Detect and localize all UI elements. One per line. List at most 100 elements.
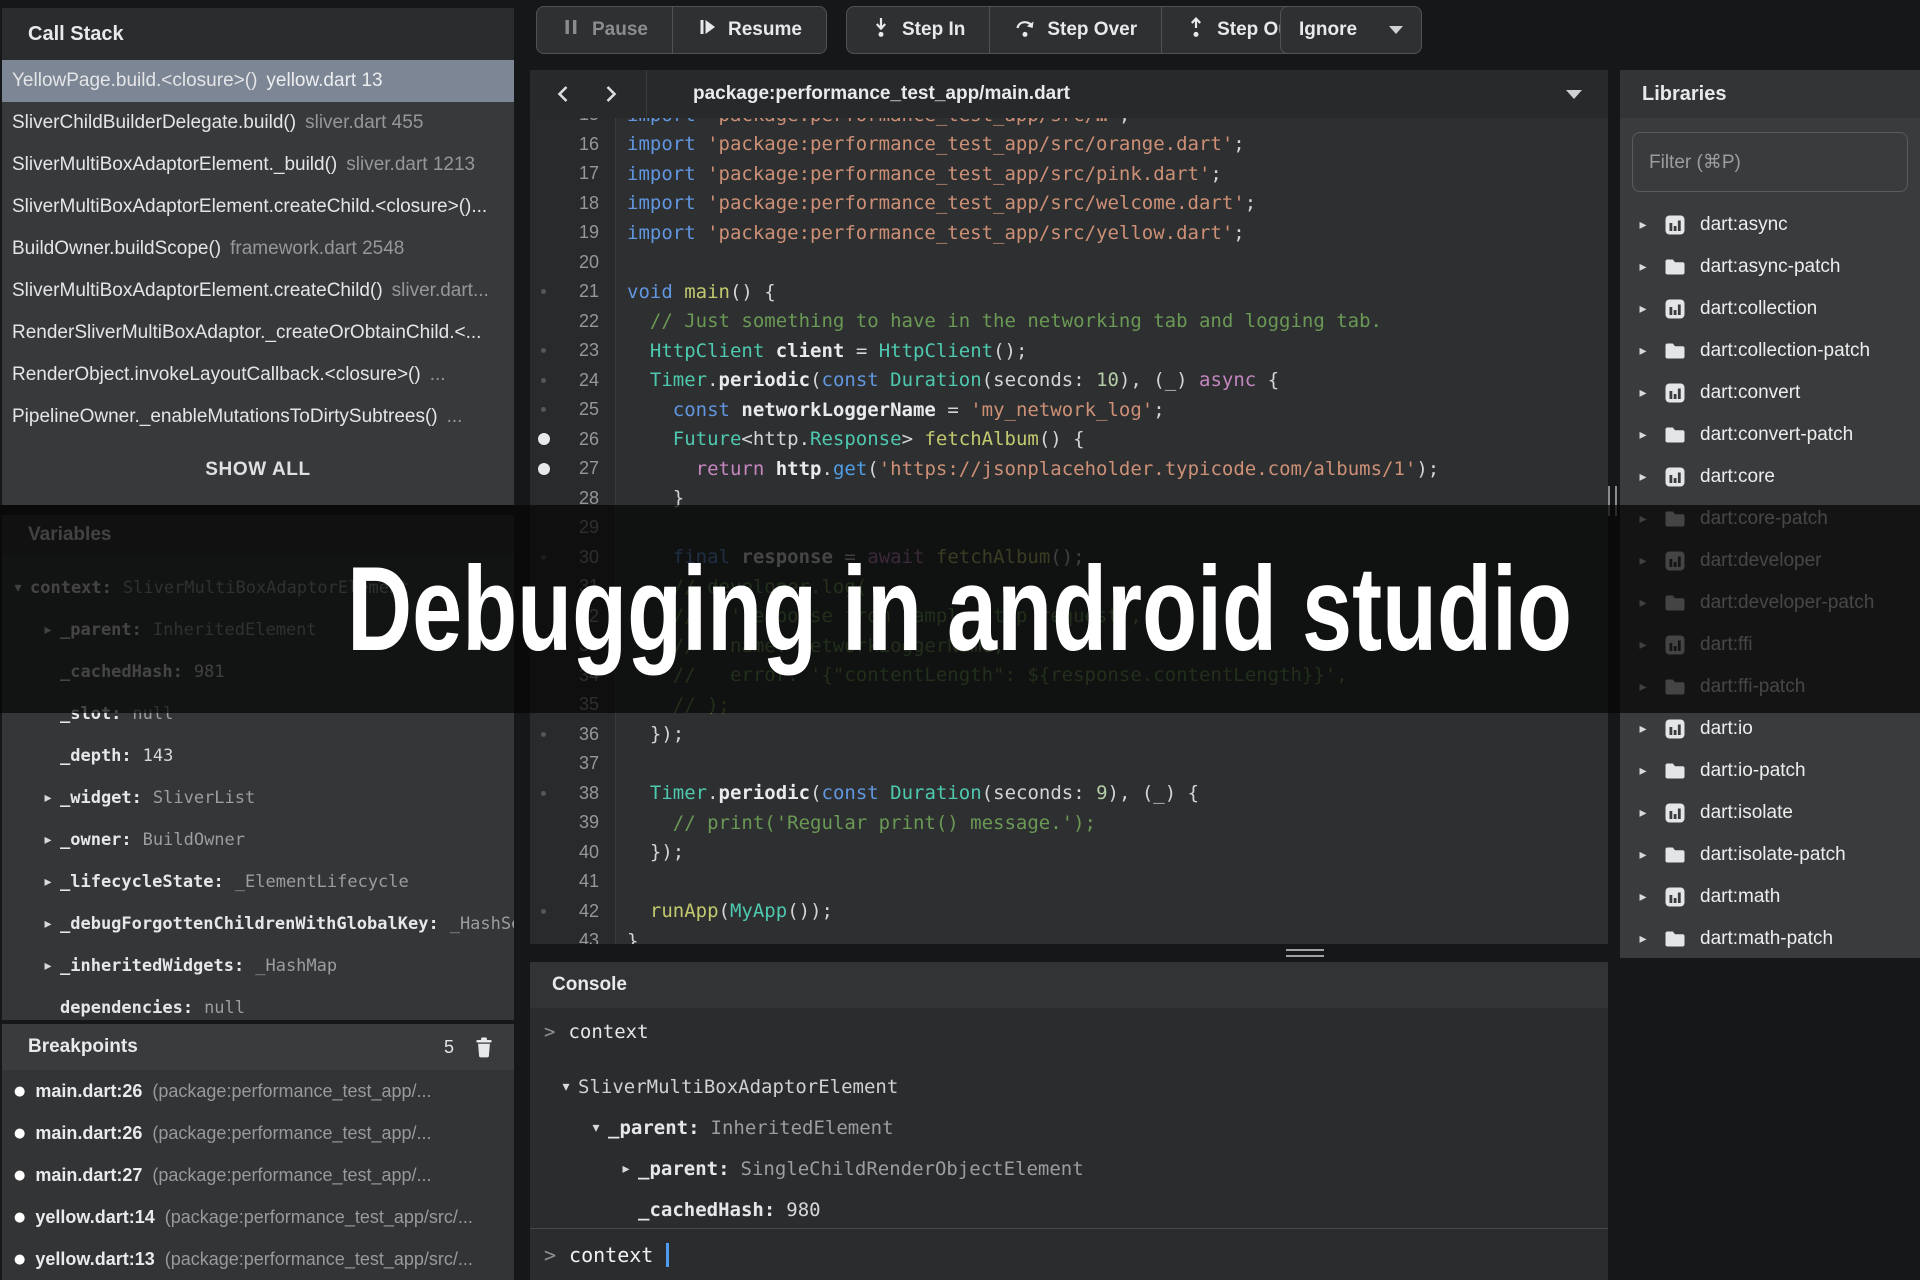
expand-arrow-icon[interactable]: ▸	[36, 874, 60, 890]
code-text: return http.get('https://jsonplaceholder…	[615, 458, 1439, 480]
breakpoint-gutter[interactable]: 22	[530, 307, 615, 337]
expand-arrow-icon[interactable]: ▸	[36, 916, 60, 932]
console-input[interactable]: > context	[530, 1228, 1608, 1280]
library-item[interactable]: ▸dart:core	[1620, 456, 1920, 498]
breakpoint-gutter[interactable]: 37	[530, 749, 615, 779]
breakpoint-gutter[interactable]: 39	[530, 808, 615, 838]
console-tree-row[interactable]: _cachedHash:980	[544, 1189, 1608, 1228]
library-item[interactable]: ▸dart:isolate-patch	[1620, 834, 1920, 876]
call-stack-frame[interactable]: RenderSliverMultiBoxAdaptor._createOrObt…	[2, 312, 514, 354]
call-stack-frame[interactable]: RenderObject.invokeLayoutCallback.<closu…	[2, 354, 514, 396]
breakpoint-item[interactable]: ●yellow.dart:13(package:performance_test…	[2, 1238, 514, 1280]
breakpoint-gutter[interactable]: 36	[530, 720, 615, 750]
breakpoint-gutter[interactable]: 24	[530, 366, 615, 396]
expand-arrow-icon[interactable]: ▸	[1636, 889, 1650, 905]
breakpoint-gutter[interactable]: 38	[530, 779, 615, 809]
step-over-button[interactable]: Step Over	[989, 7, 1161, 53]
show-all-button[interactable]: SHOW ALL	[2, 448, 514, 492]
variable-row[interactable]: ▸_widget:SliverList	[2, 777, 514, 819]
pause-button[interactable]: Pause	[537, 7, 672, 53]
variable-row[interactable]: ▸_debugForgottenChildrenWithGlobalKey:_H…	[2, 903, 514, 945]
library-item[interactable]: ▸dart:math-patch	[1620, 918, 1920, 958]
library-item[interactable]: ▸dart:collection	[1620, 288, 1920, 330]
breakpoint-item[interactable]: ●main.dart:26(package:performance_test_a…	[2, 1070, 514, 1112]
library-item[interactable]: ▸dart:math	[1620, 876, 1920, 918]
breakpoint-item[interactable]: ●main.dart:26(package:performance_test_a…	[2, 1112, 514, 1154]
file-selector-chevron-icon[interactable]	[1566, 90, 1582, 99]
call-stack-frame[interactable]: YellowPage.build.<closure>()yellow.dart …	[2, 60, 514, 102]
library-item[interactable]: ▸dart:convert	[1620, 372, 1920, 414]
expand-arrow-icon[interactable]: ▸	[614, 1161, 638, 1177]
forward-icon[interactable]	[602, 82, 620, 106]
expand-arrow-icon[interactable]: ▸	[1636, 217, 1650, 233]
resume-button[interactable]: Resume	[672, 7, 826, 53]
code-text: import 'package:performance_test_app/src…	[615, 133, 1245, 155]
frame-function: SliverMultiBoxAdaptorElement._build()	[12, 154, 337, 176]
expand-arrow-icon[interactable]: ▸	[1636, 721, 1650, 737]
breakpoint-gutter[interactable]: 43	[530, 926, 615, 944]
library-item[interactable]: ▸dart:collection-patch	[1620, 330, 1920, 372]
call-stack-frame[interactable]: PipelineOwner._enableMutationsToDirtySub…	[2, 396, 514, 438]
breakpoint-gutter[interactable]: 41	[530, 867, 615, 897]
breakpoint-gutter[interactable]: 27	[530, 454, 615, 484]
breakpoints-count-badge: 5	[444, 1037, 454, 1058]
step-control-group: Step In Step Over	[846, 6, 1321, 54]
step-in-button[interactable]: Step In	[847, 7, 989, 53]
breakpoint-gutter[interactable]: 25	[530, 395, 615, 425]
variable-row[interactable]: ▸_lifecycleState:_ElementLifecycle	[2, 861, 514, 903]
variable-row[interactable]: ▸_inheritedWidgets:_HashMap	[2, 945, 514, 987]
breakpoint-gutter[interactable]: 40	[530, 838, 615, 868]
breakpoint-item[interactable]: ●yellow.dart:14(package:performance_test…	[2, 1196, 514, 1238]
breakpoint-gutter[interactable]: 16	[530, 130, 615, 160]
call-stack-frame[interactable]: SliverMultiBoxAdaptorElement._build()sli…	[2, 144, 514, 186]
expand-arrow-icon[interactable]: ▸	[1636, 343, 1650, 359]
expand-arrow-icon[interactable]: ▸	[1636, 763, 1650, 779]
console-tree-row[interactable]: ▾_parent:InheritedElement	[544, 1107, 1608, 1148]
breakpoint-gutter[interactable]: 18	[530, 189, 615, 219]
expand-arrow-icon[interactable]: ▸	[1636, 259, 1650, 275]
delete-all-breakpoints-icon[interactable]	[472, 1035, 496, 1059]
expand-arrow-icon[interactable]: ▾	[584, 1120, 608, 1136]
ignore-dropdown[interactable]: Ignore	[1280, 6, 1422, 54]
expand-arrow-icon[interactable]: ▸	[1636, 385, 1650, 401]
library-item[interactable]: ▸dart:io-patch	[1620, 750, 1920, 792]
expand-arrow-icon[interactable]: ▸	[36, 790, 60, 806]
library-item[interactable]: ▸dart:io	[1620, 708, 1920, 750]
breakpoint-gutter[interactable]: 19	[530, 218, 615, 248]
expand-arrow-icon[interactable]: ▸	[1636, 427, 1650, 443]
breakpoint-gutter[interactable]: 23	[530, 336, 615, 366]
breakpoint-gutter[interactable]: 21	[530, 277, 615, 307]
console-splitter[interactable]	[530, 944, 1608, 962]
expand-arrow-icon[interactable]: ▸	[1636, 301, 1650, 317]
console-tree-row[interactable]: ▸_parent:SingleChildRenderObjectElement	[544, 1148, 1608, 1189]
variable-row[interactable]: _depth:143	[2, 735, 514, 777]
library-item[interactable]: ▸dart:async-patch	[1620, 246, 1920, 288]
breakpoint-gutter[interactable]: 15	[530, 118, 615, 130]
expand-arrow-icon[interactable]: ▸	[1636, 805, 1650, 821]
step-over-icon	[1014, 16, 1036, 44]
back-icon[interactable]	[554, 82, 572, 106]
line-number: 26	[579, 429, 599, 450]
breakpoint-gutter[interactable]: 26	[530, 425, 615, 455]
breakpoint-gutter[interactable]: 42	[530, 897, 615, 927]
expand-arrow-icon[interactable]: ▾	[554, 1079, 578, 1095]
library-item[interactable]: ▸dart:isolate	[1620, 792, 1920, 834]
breakpoint-gutter[interactable]: 17	[530, 159, 615, 189]
breakpoint-gutter[interactable]: 20	[530, 248, 615, 278]
call-stack-frame[interactable]: SliverChildBuilderDelegate.build()sliver…	[2, 102, 514, 144]
call-stack-frame[interactable]: SliverMultiBoxAdaptorElement.createChild…	[2, 270, 514, 312]
expand-arrow-icon[interactable]: ▸	[1636, 847, 1650, 863]
expand-arrow-icon[interactable]: ▸	[36, 832, 60, 848]
libraries-filter-input[interactable]: Filter (⌘P)	[1632, 132, 1908, 192]
call-stack-frame[interactable]: BuildOwner.buildScope()framework.dart 25…	[2, 228, 514, 270]
library-item[interactable]: ▸dart:convert-patch	[1620, 414, 1920, 456]
console-tree-row[interactable]: ▾SliverMultiBoxAdaptorElement	[544, 1066, 1608, 1107]
expand-arrow-icon[interactable]: ▸	[36, 958, 60, 974]
variable-row[interactable]: ▸_owner:BuildOwner	[2, 819, 514, 861]
call-stack-frame[interactable]: SliverMultiBoxAdaptorElement.createChild…	[2, 186, 514, 228]
expand-arrow-icon[interactable]: ▸	[1636, 469, 1650, 485]
breakpoint-item[interactable]: ●main.dart:27(package:performance_test_a…	[2, 1154, 514, 1196]
expand-arrow-icon[interactable]: ▸	[1636, 931, 1650, 947]
variable-row[interactable]: dependencies:null	[2, 987, 514, 1020]
library-item[interactable]: ▸dart:async	[1620, 204, 1920, 246]
